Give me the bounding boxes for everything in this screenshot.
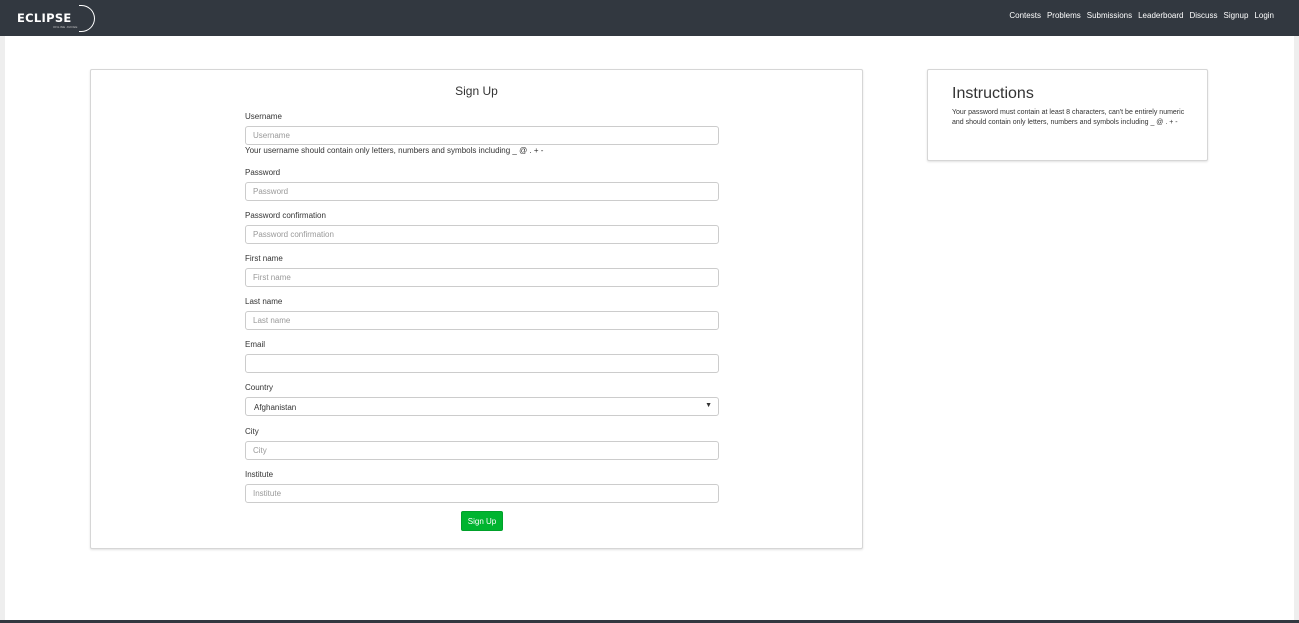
instructions-title: Instructions [952,85,1034,102]
instructions-panel: Instructions Your password must contain … [927,69,1208,161]
password-input[interactable] [245,182,719,201]
nav-link-leaderboard[interactable]: Leaderboard [1138,11,1183,20]
sign-up-button[interactable]: Sign Up [461,511,503,531]
email-input[interactable] [245,354,719,373]
signup-form-panel: Sign Up Username Your username should co… [90,69,863,549]
last-name-input[interactable] [245,311,719,330]
nav-links: Contests Problems Submissions Leaderboar… [1009,11,1274,20]
signup-title: Sign Up [455,84,498,98]
nav-link-login[interactable]: Login [1254,11,1274,20]
password-label: Password [245,168,281,177]
nav-link-problems[interactable]: Problems [1047,11,1081,20]
nav-link-contests[interactable]: Contests [1009,11,1041,20]
instructions-text: Your password must contain at least 8 ch… [952,109,1185,126]
city-label: City [245,427,259,436]
institute-label: Institute [245,470,274,479]
top-navbar: ECLIPSE ONLINE JUDGE Contests Problems S… [0,0,1299,36]
country-selected-value: Afghanistan [254,403,297,412]
country-select[interactable]: Afghanistan ▼ [245,397,719,416]
nav-link-submissions[interactable]: Submissions [1087,11,1132,20]
last-name-label: Last name [245,297,283,306]
username-input[interactable] [245,126,719,145]
brand-name: ECLIPSE [17,11,72,25]
first-name-label: First name [245,254,283,263]
first-name-input[interactable] [245,268,719,287]
username-help-text: Your username should contain only letter… [245,146,544,155]
nav-link-discuss[interactable]: Discuss [1189,11,1217,20]
caret-down-icon: ▼ [705,402,712,409]
city-input[interactable] [245,441,719,460]
password-confirmation-input[interactable] [245,225,719,244]
institute-input[interactable] [245,484,719,503]
password-confirmation-label: Password confirmation [245,211,326,220]
brand-tagline: ONLINE JUDGE [53,25,78,29]
email-label: Email [245,340,266,349]
nav-link-signup[interactable]: Signup [1224,11,1249,20]
logo-arc-icon [79,5,95,32]
username-label: Username [245,112,282,121]
brand-logo[interactable]: ECLIPSE ONLINE JUDGE [17,5,95,32]
country-label: Country [245,383,274,392]
